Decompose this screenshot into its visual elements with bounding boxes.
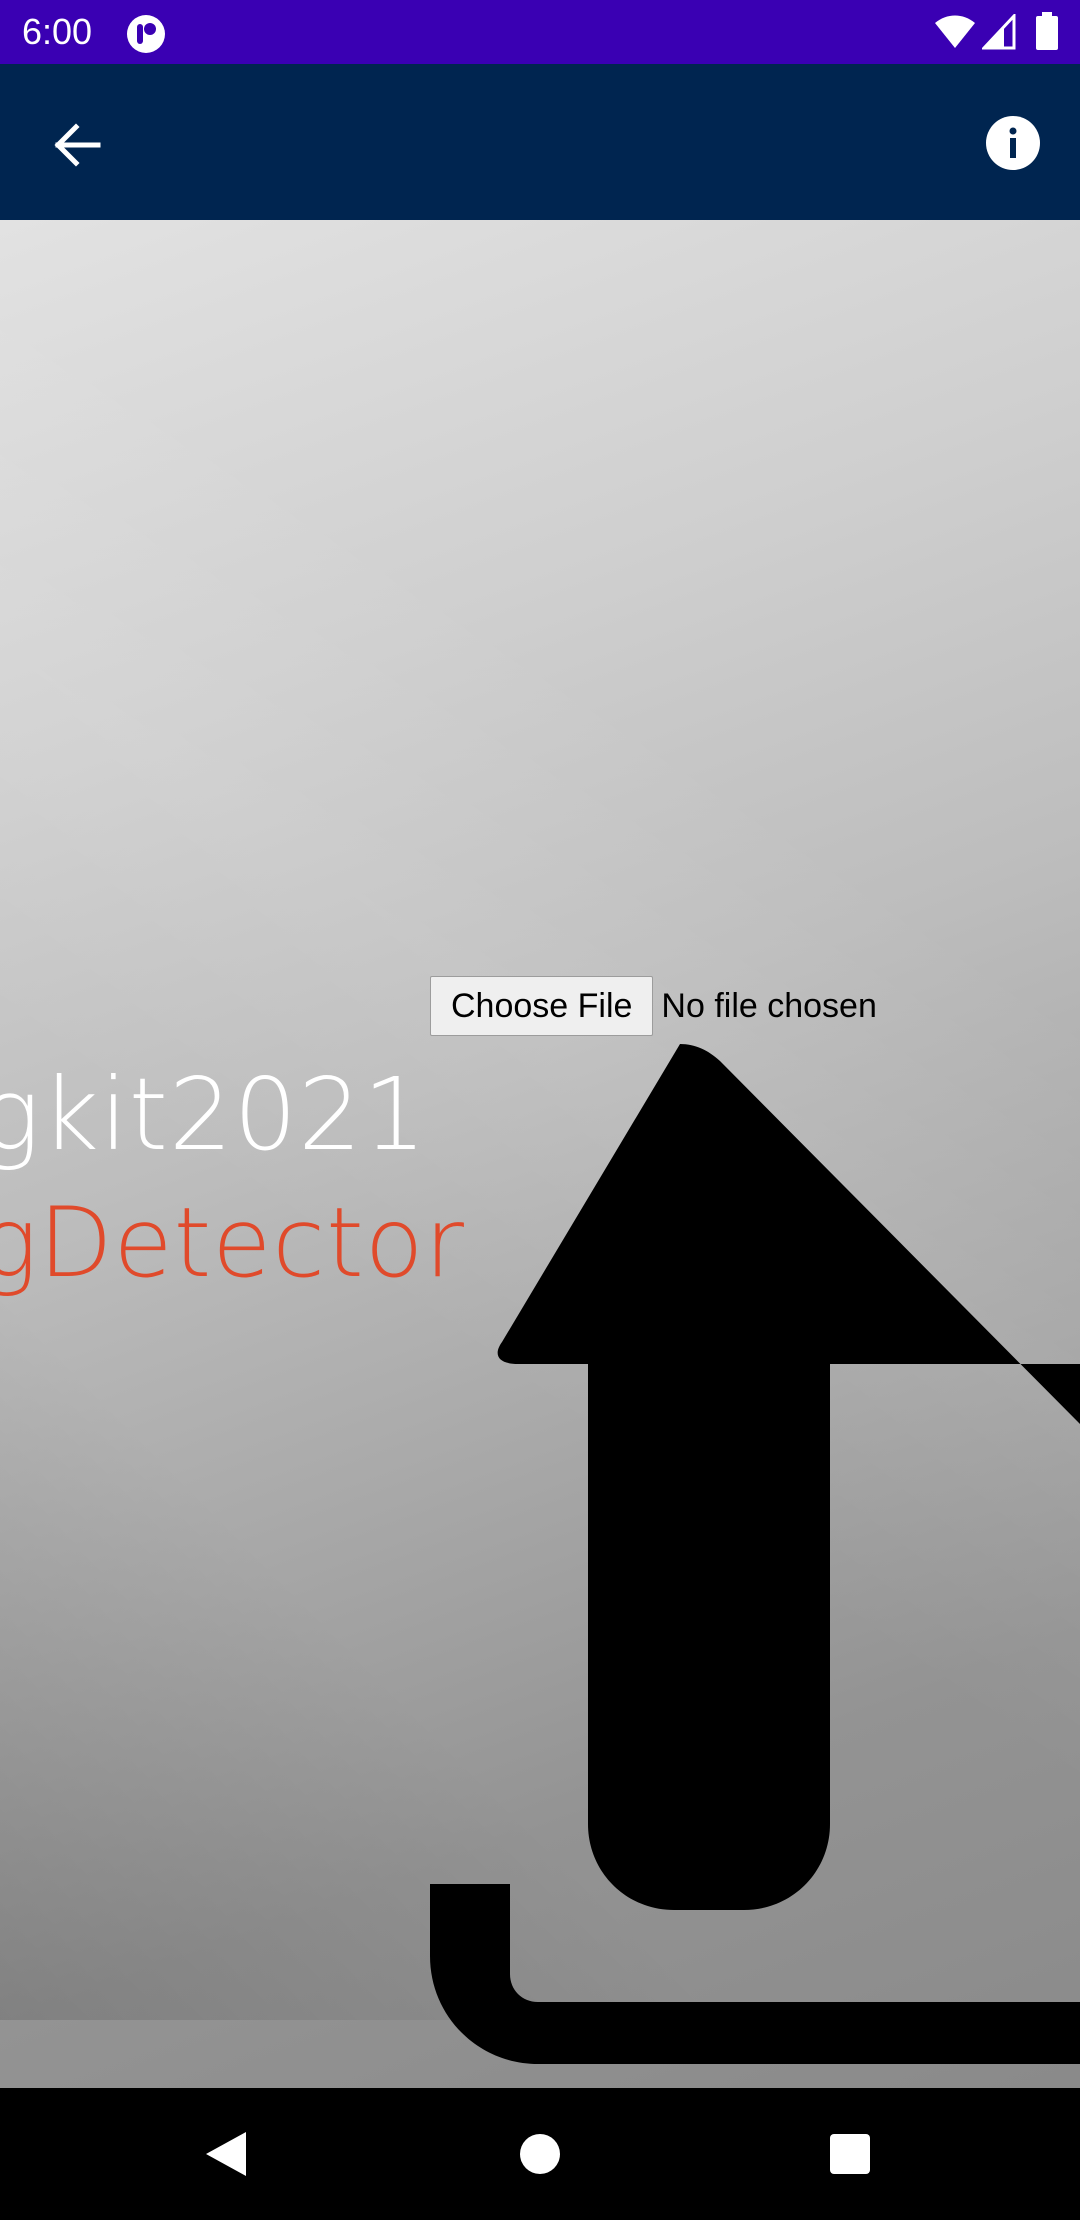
app-bar bbox=[0, 64, 1080, 220]
nav-back-icon[interactable] bbox=[204, 2130, 248, 2178]
upload-icon[interactable] bbox=[430, 1044, 1080, 2084]
signal-icon bbox=[982, 14, 1016, 50]
battery-icon bbox=[1036, 12, 1058, 50]
file-input[interactable]: Choose File No file chosen bbox=[430, 976, 877, 1036]
wifi-icon bbox=[935, 15, 975, 48]
app-title: gkit2021 bbox=[0, 1056, 428, 1173]
system-nav-bar bbox=[0, 2088, 1080, 2220]
nav-recents-icon[interactable] bbox=[828, 2132, 872, 2176]
app-subtitle: gDetector bbox=[0, 1187, 465, 1299]
info-icon[interactable] bbox=[984, 114, 1042, 172]
status-bar: 6:00 bbox=[0, 0, 1080, 64]
choose-file-button[interactable]: Choose File bbox=[430, 976, 654, 1036]
nav-home-icon[interactable] bbox=[518, 2132, 562, 2176]
main-content: gkit2021 gDetector Choose File No file c… bbox=[0, 220, 1080, 2088]
app-notification-icon bbox=[127, 15, 165, 53]
status-time: 6:00 bbox=[22, 11, 93, 52]
back-arrow-icon[interactable] bbox=[48, 116, 106, 174]
file-status-text: No file chosen bbox=[661, 986, 877, 1025]
